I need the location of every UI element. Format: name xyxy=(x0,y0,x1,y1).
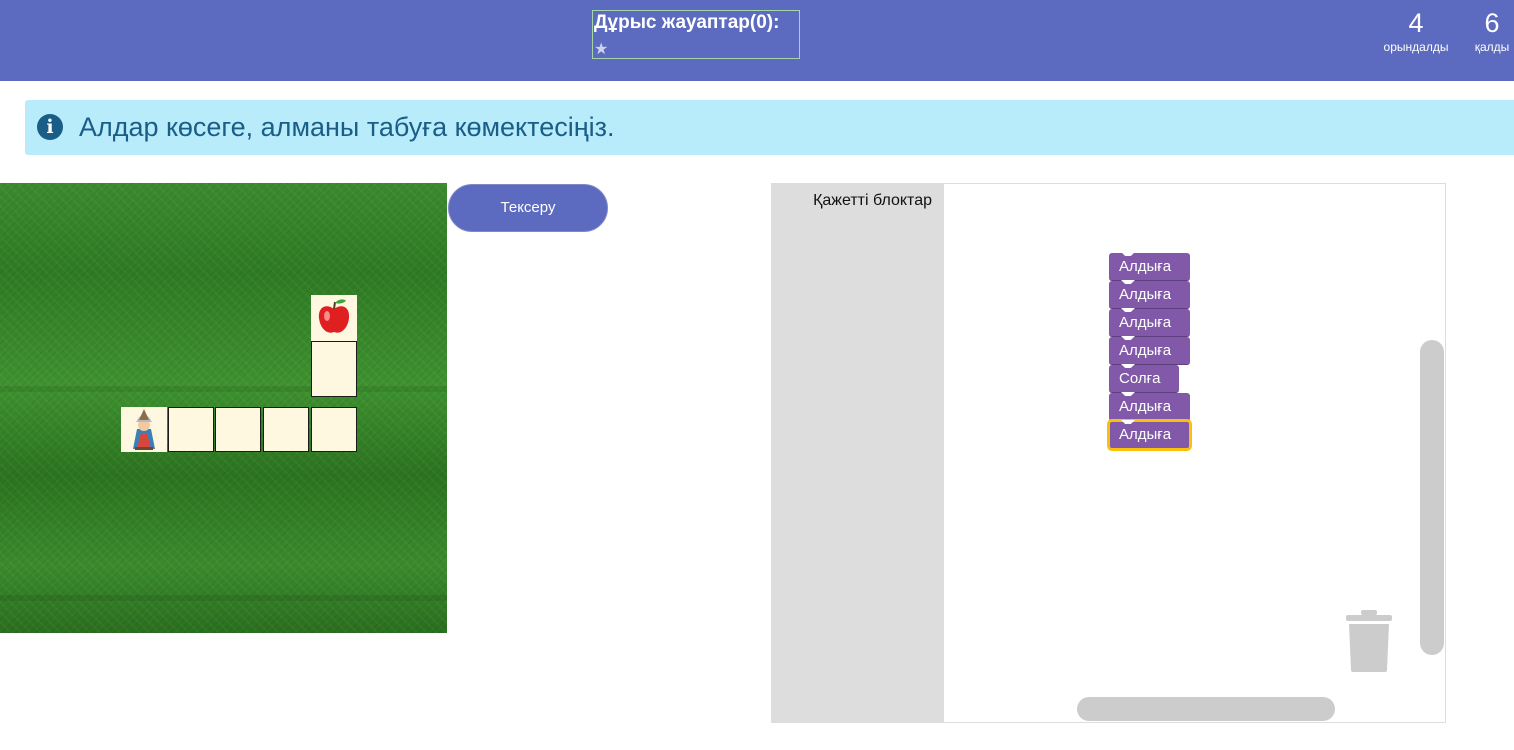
move-forward-block-selected[interactable]: Алдыға xyxy=(1107,419,1192,451)
toolbox-label: Қажетті блоктар xyxy=(813,192,932,209)
game-board xyxy=(0,183,447,633)
remaining-count: 6 xyxy=(1484,8,1500,38)
block-label: Алдыға xyxy=(1119,426,1172,443)
move-forward-block[interactable]: Алдыға xyxy=(1109,280,1190,309)
remaining-stat: 6 қалды xyxy=(1468,6,1514,54)
grass-band xyxy=(0,595,447,601)
blockly-workspace[interactable]: Қажетті блоктар Алдыға Алдыға Алдыға Алд… xyxy=(771,183,1446,723)
move-forward-block[interactable]: Алдыға xyxy=(1109,336,1190,365)
horizontal-scrollbar[interactable] xyxy=(1077,697,1335,721)
top-bar: Дұрыс жауаптар(0): ★ 4 орындалды 6 қалды xyxy=(0,0,1514,81)
check-button[interactable]: Тексеру xyxy=(448,184,608,232)
task-instruction-banner: i Алдар көсеге, алманы табуға көмектесің… xyxy=(25,100,1514,155)
block-label: Алдыға xyxy=(1119,314,1172,331)
path-tile xyxy=(168,407,214,452)
aldar-kose-character-icon xyxy=(121,407,167,452)
completed-label: орындалды xyxy=(1383,40,1449,54)
task-instruction-text: Алдар көсеге, алманы табуға көмектесіңіз… xyxy=(79,112,615,142)
move-forward-block[interactable]: Алдыға xyxy=(1109,252,1190,281)
vertical-scrollbar[interactable] xyxy=(1420,340,1444,655)
completed-stat: 4 орындалды xyxy=(1376,6,1456,54)
block-label: Солға xyxy=(1119,370,1161,387)
trash-icon[interactable] xyxy=(1345,610,1393,674)
info-icon: i xyxy=(37,114,63,140)
path-tile xyxy=(311,407,357,452)
move-forward-block[interactable]: Алдыға xyxy=(1109,392,1190,421)
block-label: Алдыға xyxy=(1119,286,1172,303)
correct-answers-panel: Дұрыс жауаптар(0): ★ xyxy=(592,10,800,59)
grass-band xyxy=(0,386,447,392)
remaining-label: қалды xyxy=(1474,40,1510,54)
completed-count: 4 xyxy=(1408,8,1424,38)
toolbox-panel[interactable]: Қажетті блоктар xyxy=(772,184,944,722)
path-tile xyxy=(263,407,309,452)
path-tile xyxy=(311,341,357,397)
turn-left-block[interactable]: Солға xyxy=(1109,364,1179,393)
block-label: Алдыға xyxy=(1119,398,1172,415)
star-icon: ★ xyxy=(594,39,609,58)
path-tile xyxy=(215,407,261,452)
apple-icon xyxy=(312,295,356,340)
correct-answers-label: Дұрыс жауаптар(0): xyxy=(594,12,780,33)
move-forward-block[interactable]: Алдыға xyxy=(1109,308,1190,337)
block-label: Алдыға xyxy=(1119,342,1172,359)
block-label: Алдыға xyxy=(1119,258,1172,275)
